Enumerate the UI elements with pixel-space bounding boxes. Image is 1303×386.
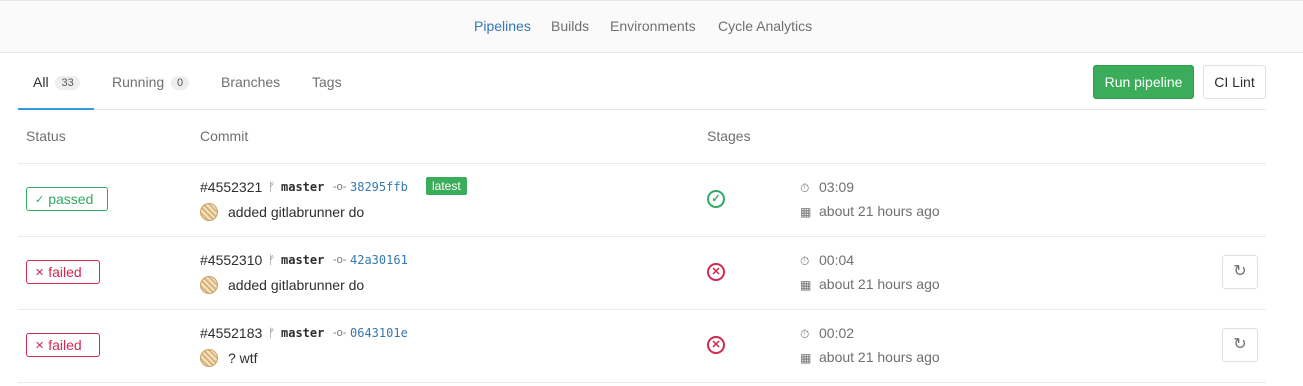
status-label: failed xyxy=(48,264,82,280)
duration-value: 00:04 xyxy=(819,252,855,268)
finished-at-value: about 21 hours ago xyxy=(819,276,940,292)
calendar-icon: ▦ xyxy=(800,205,812,219)
duration: ⏱ 00:04 xyxy=(800,252,854,269)
tab-all-count: 33 xyxy=(55,76,80,90)
commit-icon: -o- xyxy=(333,181,347,193)
column-header-stages: Stages xyxy=(707,128,751,144)
status-label: failed xyxy=(48,337,82,353)
avatar[interactable] xyxy=(200,276,218,294)
timer-icon: ⏱ xyxy=(800,327,810,341)
x-circle-icon: ✕ xyxy=(35,267,45,279)
commit-sha-link[interactable]: 42a30161 xyxy=(350,253,408,267)
tab-running-label: Running xyxy=(112,74,165,90)
calendar-icon: ▦ xyxy=(800,278,812,292)
branch-icon: ᚠ xyxy=(268,253,276,267)
tab-all[interactable]: All 33 xyxy=(18,53,94,110)
commit-sha-link[interactable]: 38295ffb xyxy=(350,180,408,194)
x-circle-icon: ✕ xyxy=(35,340,45,352)
pipeline-id-link[interactable]: #4552310 xyxy=(200,252,262,268)
divider xyxy=(18,163,1266,164)
run-pipeline-button[interactable]: Run pipeline xyxy=(1093,65,1194,99)
sub-navigation: Pipelines Builds Environments Cycle Anal… xyxy=(0,0,1303,53)
status-badge[interactable]: ✕ failed xyxy=(26,260,100,284)
avatar[interactable] xyxy=(200,349,218,367)
duration-value: 03:09 xyxy=(819,179,855,195)
tab-branches[interactable]: Branches xyxy=(221,53,280,110)
commit-sha-link[interactable]: 0643101e xyxy=(350,326,408,340)
branch-link[interactable]: master xyxy=(281,180,324,194)
duration-value: 00:02 xyxy=(819,325,855,341)
tab-running[interactable]: Running 0 xyxy=(112,53,190,110)
status-badge[interactable]: ✕ failed xyxy=(26,333,100,357)
duration: ⏱ 03:09 xyxy=(800,179,854,196)
duration: ⏱ 00:02 xyxy=(800,325,854,342)
latest-badge: latest xyxy=(426,177,467,195)
retry-icon: ↻ xyxy=(1233,336,1247,353)
finished-at: ▦ about 21 hours ago xyxy=(800,349,940,365)
stage-passed-icon[interactable]: ✓ xyxy=(707,190,725,208)
tab-running-count: 0 xyxy=(171,76,190,90)
avatar[interactable] xyxy=(200,203,218,221)
retry-button[interactable]: ↻ xyxy=(1222,255,1258,289)
stage-failed-icon[interactable]: ✕ xyxy=(707,263,725,281)
branch-icon: ᚠ xyxy=(268,326,276,340)
status-badge[interactable]: ✓ passed xyxy=(26,187,108,211)
commit-message-link[interactable]: ? wtf xyxy=(228,350,258,366)
timer-icon: ⏱ xyxy=(800,181,810,195)
divider xyxy=(18,382,1266,383)
finished-at: ▦ about 21 hours ago xyxy=(800,203,940,219)
branch-link[interactable]: master xyxy=(281,326,324,340)
nav-pipelines[interactable]: Pipelines xyxy=(474,18,531,34)
ci-lint-button[interactable]: CI Lint xyxy=(1203,65,1266,99)
pipeline-id-link[interactable]: #4552321 xyxy=(200,179,262,195)
commit-message-link[interactable]: added gitlabrunner do xyxy=(228,204,364,220)
check-circle-icon: ✓ xyxy=(35,194,45,206)
tab-tags-label: Tags xyxy=(312,74,342,90)
timer-icon: ⏱ xyxy=(800,254,810,268)
commit-icon: -o- xyxy=(333,327,347,339)
column-header-status: Status xyxy=(26,128,66,144)
nav-environments[interactable]: Environments xyxy=(610,18,696,34)
status-label: passed xyxy=(48,191,94,207)
commit-icon: -o- xyxy=(333,254,347,266)
tab-branches-label: Branches xyxy=(221,74,281,90)
pipeline-id-link[interactable]: #4552183 xyxy=(200,325,262,341)
tab-tags[interactable]: Tags xyxy=(312,53,342,110)
finished-at: ▦ about 21 hours ago xyxy=(800,276,940,292)
nav-builds[interactable]: Builds xyxy=(551,18,589,34)
calendar-icon: ▦ xyxy=(800,351,812,365)
branch-icon: ᚠ xyxy=(268,180,276,194)
nav-cycle-analytics[interactable]: Cycle Analytics xyxy=(718,18,812,34)
stage-failed-icon[interactable]: ✕ xyxy=(707,336,725,354)
divider xyxy=(18,236,1266,237)
finished-at-value: about 21 hours ago xyxy=(819,349,940,365)
pipeline-tabs: All 33 Running 0 Branches Tags xyxy=(18,53,1266,110)
divider xyxy=(18,309,1266,310)
column-header-commit: Commit xyxy=(200,128,249,144)
branch-link[interactable]: master xyxy=(281,253,324,267)
commit-message-link[interactable]: added gitlabrunner do xyxy=(228,277,364,293)
retry-button[interactable]: ↻ xyxy=(1222,328,1258,362)
tab-all-label: All xyxy=(33,74,49,90)
retry-icon: ↻ xyxy=(1233,263,1247,280)
finished-at-value: about 21 hours ago xyxy=(819,203,940,219)
